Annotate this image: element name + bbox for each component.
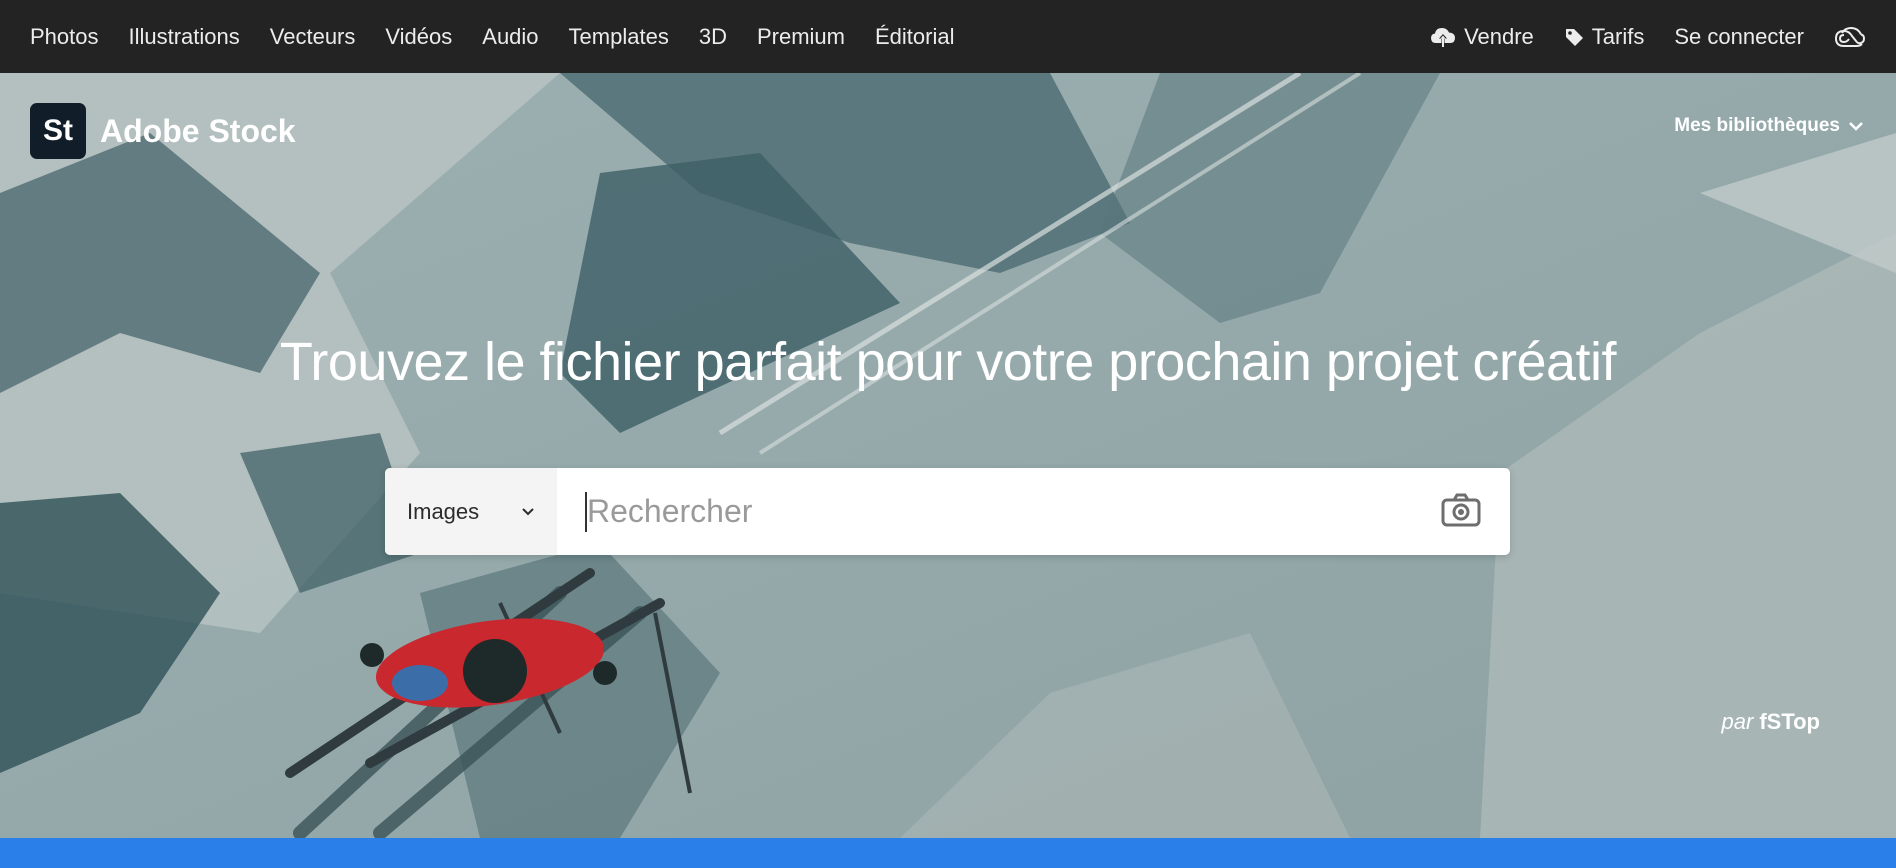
chevron-down-icon [522, 507, 534, 515]
hero-headline: Trouvez le fichier parfait pour votre pr… [279, 332, 1617, 392]
search-type-label: Images [407, 498, 480, 524]
nav-link-vectors[interactable]: Vecteurs [270, 24, 356, 50]
sell-label: Vendre [1464, 23, 1534, 49]
brand[interactable]: St Adobe Stock [30, 103, 296, 159]
pricing-link[interactable]: Tarifs [1564, 23, 1645, 50]
nav-link-illustrations[interactable]: Illustrations [129, 24, 240, 50]
tag-icon [1565, 28, 1583, 46]
search-input[interactable] [557, 468, 1510, 555]
pricing-label: Tarifs [1591, 23, 1645, 49]
top-navigation: Photos Illustrations Vecteurs Vidéos Aud… [0, 0, 1896, 73]
nav-link-editorial[interactable]: Éditorial [875, 24, 954, 50]
search-type-dropdown[interactable]: Images [385, 468, 557, 555]
nav-link-audio[interactable]: Audio [482, 24, 538, 50]
image-credit: par fSTop [1722, 709, 1820, 735]
nav-link-templates[interactable]: Templates [569, 24, 669, 50]
hero-banner: St Adobe Stock Mes bibliothèques Trouvez… [0, 73, 1896, 838]
camera-icon[interactable] [1440, 492, 1482, 533]
account-nav: Vendre Tarifs Se connecter [1400, 24, 1866, 50]
nav-link-premium[interactable]: Premium [757, 24, 845, 50]
text-cursor [585, 492, 587, 532]
chevron-down-icon [1849, 122, 1863, 131]
credit-author-link[interactable]: fSTop [1759, 709, 1820, 734]
hero-background-illustration [0, 73, 1896, 838]
nav-link-photos[interactable]: Photos [30, 24, 99, 50]
nav-link-videos[interactable]: Vidéos [385, 24, 452, 50]
nav-link-3d[interactable]: 3D [699, 24, 727, 50]
accent-bar [0, 838, 1896, 868]
category-nav: Photos Illustrations Vecteurs Vidéos Aud… [30, 24, 984, 50]
cloud-upload-icon [1431, 27, 1456, 47]
my-libraries-label: Mes bibliothèques [1674, 115, 1840, 136]
sign-in-link[interactable]: Se connecter [1674, 24, 1804, 50]
search-input-wrapper [557, 468, 1510, 555]
my-libraries-button[interactable]: Mes bibliothèques [1674, 115, 1864, 137]
creative-cloud-icon[interactable] [1834, 25, 1866, 49]
credit-prefix: par [1721, 709, 1754, 734]
sell-link[interactable]: Vendre [1430, 24, 1534, 50]
search-bar: Images [385, 468, 1510, 555]
brand-name: Adobe Stock [100, 112, 296, 149]
adobe-stock-logo: St [30, 103, 86, 159]
